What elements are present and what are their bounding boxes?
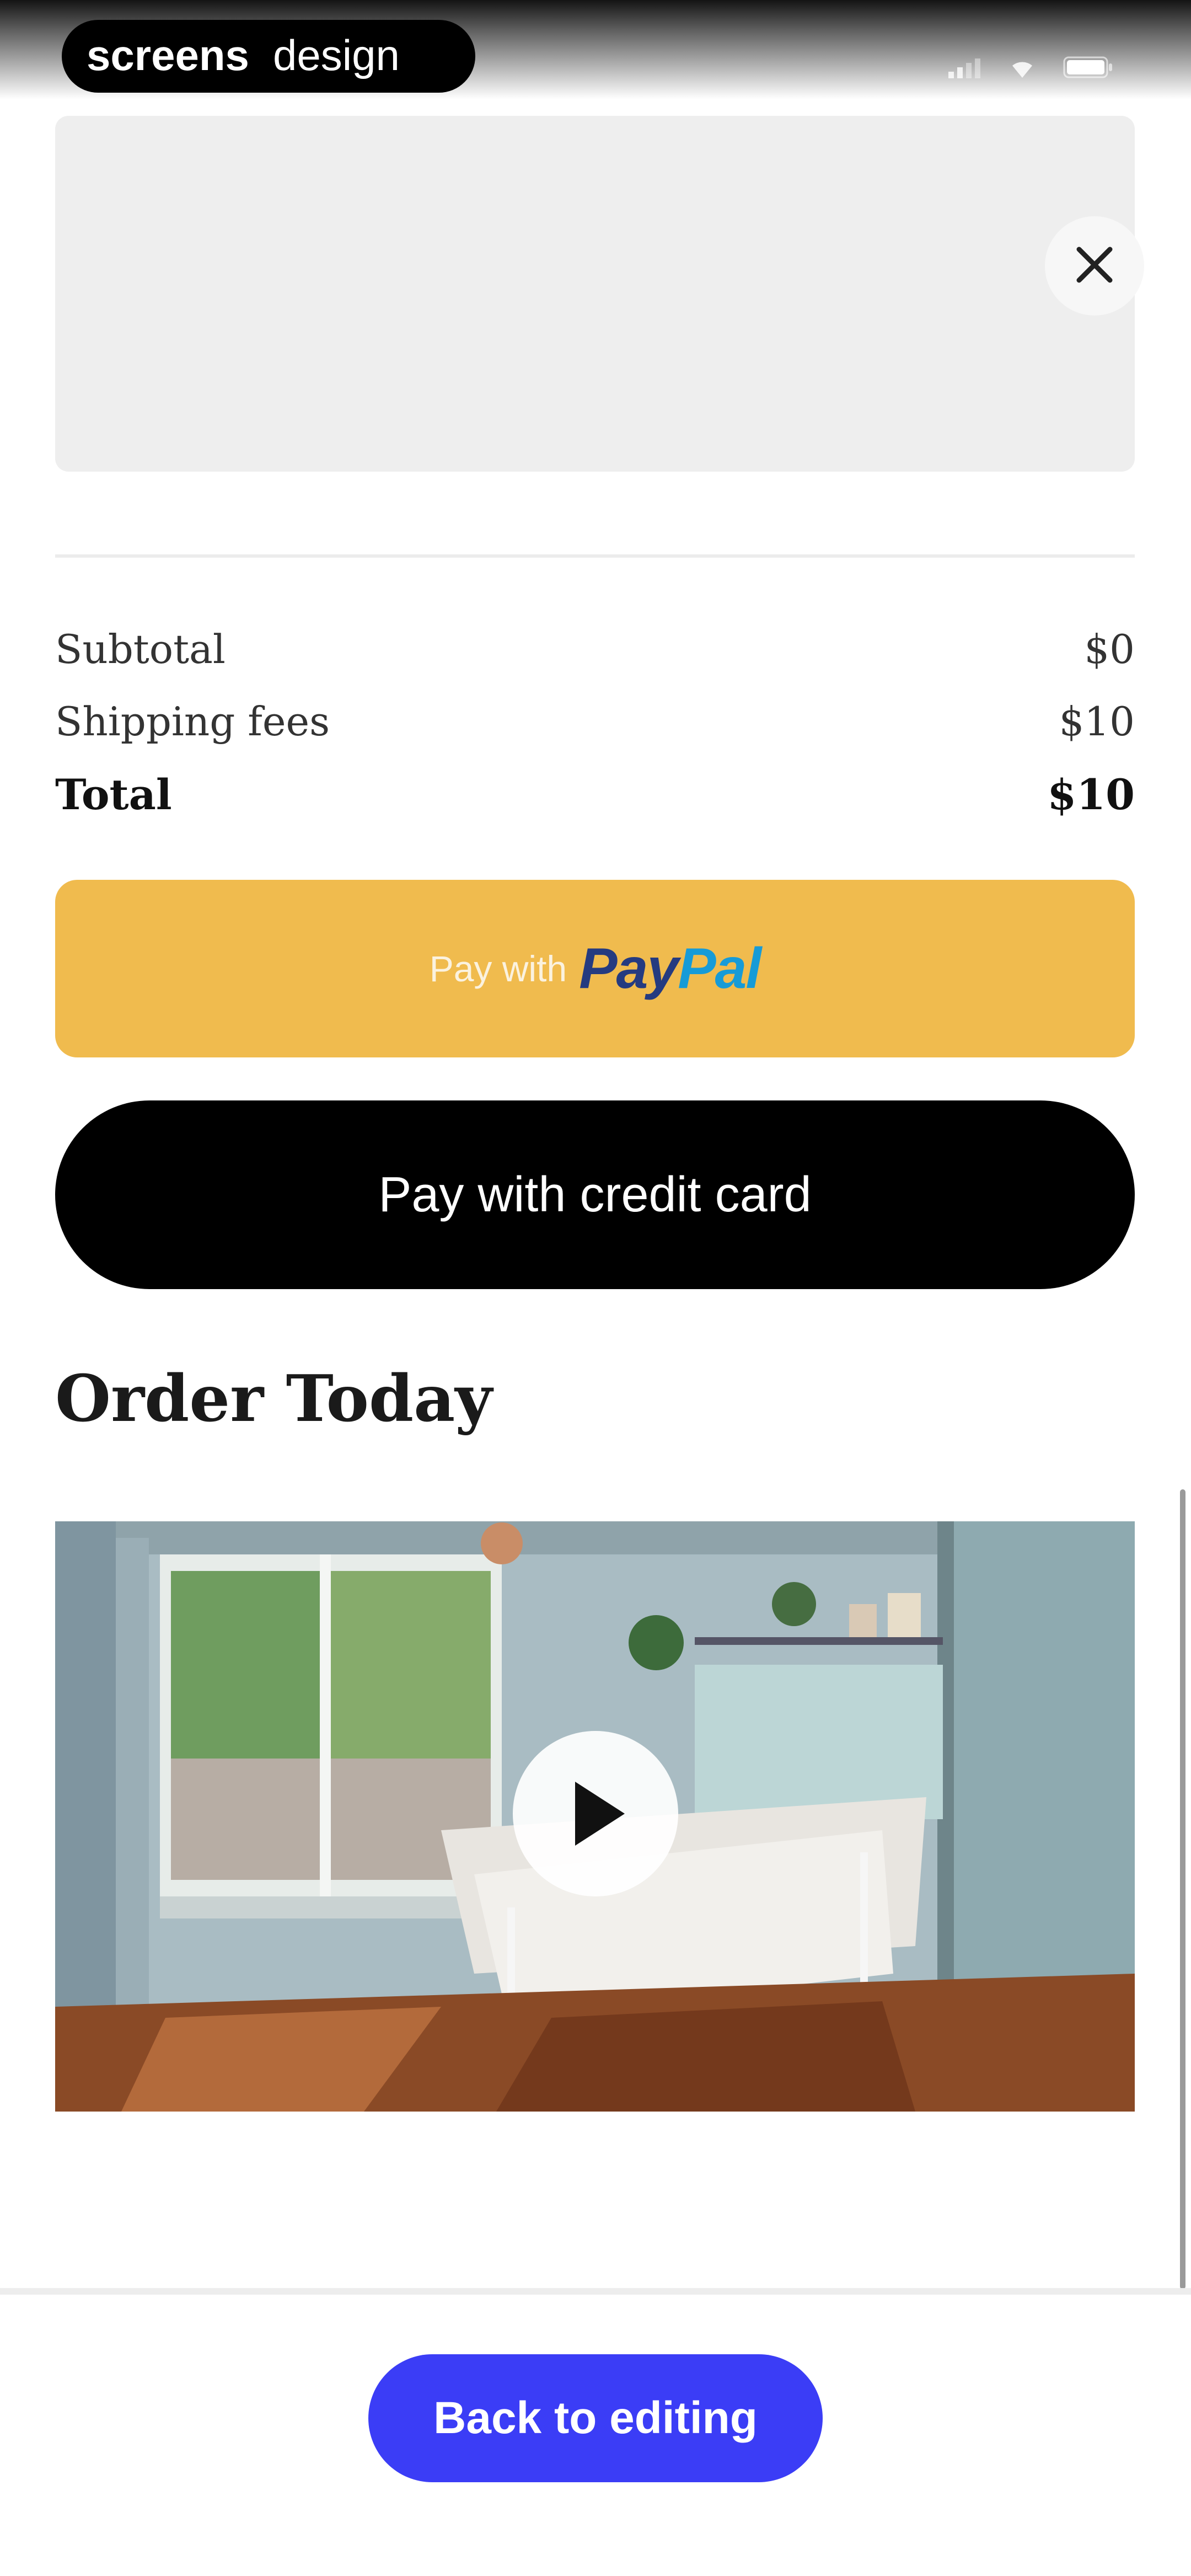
paypal-button-prefix: Pay with [429, 948, 567, 989]
total-row: Total $10 [55, 770, 1135, 819]
total-label: Total [55, 770, 172, 819]
cellular-signal-icon [948, 56, 981, 81]
status-bar-icons [948, 55, 1114, 82]
order-today-heading: Order Today [55, 1361, 492, 1436]
subtotal-row: Subtotal $0 [55, 626, 1135, 672]
scrollbar[interactable] [1180, 1489, 1185, 2289]
shipping-fees-row: Shipping fees $10 [55, 698, 1135, 745]
paypal-logo-pal: Pal [678, 936, 761, 1001]
video-player[interactable] [55, 1521, 1135, 2112]
close-icon [1072, 243, 1117, 290]
section-divider [55, 554, 1135, 558]
svg-text:design: design [273, 31, 400, 79]
svg-text:screens: screens [87, 31, 249, 79]
pay-with-credit-card-button[interactable]: Pay with credit card [55, 1100, 1135, 1289]
subtotal-value: $0 [1084, 626, 1135, 672]
paypal-logo: PayPal [579, 936, 761, 1002]
play-button[interactable] [513, 1731, 678, 1896]
battery-icon [1063, 55, 1114, 82]
product-image-placeholder [55, 116, 1135, 472]
shipping-fees-label: Shipping fees [55, 698, 330, 745]
paypal-logo-pay: Pay [579, 936, 679, 1001]
checkout-screen: screens design Subtotal $0 Shipping fees… [0, 0, 1191, 2576]
pay-with-paypal-button[interactable]: Pay with PayPal [55, 880, 1135, 1057]
total-value: $10 [1047, 770, 1135, 819]
shipping-fees-value: $10 [1059, 698, 1135, 745]
back-to-editing-button[interactable]: Back to editing [368, 2354, 823, 2482]
subtotal-label: Subtotal [55, 626, 226, 672]
close-button[interactable] [1045, 216, 1144, 316]
play-icon [560, 1775, 631, 1852]
screensdesign-watermark-logo: screens design [62, 20, 475, 93]
wifi-icon [1007, 56, 1038, 82]
